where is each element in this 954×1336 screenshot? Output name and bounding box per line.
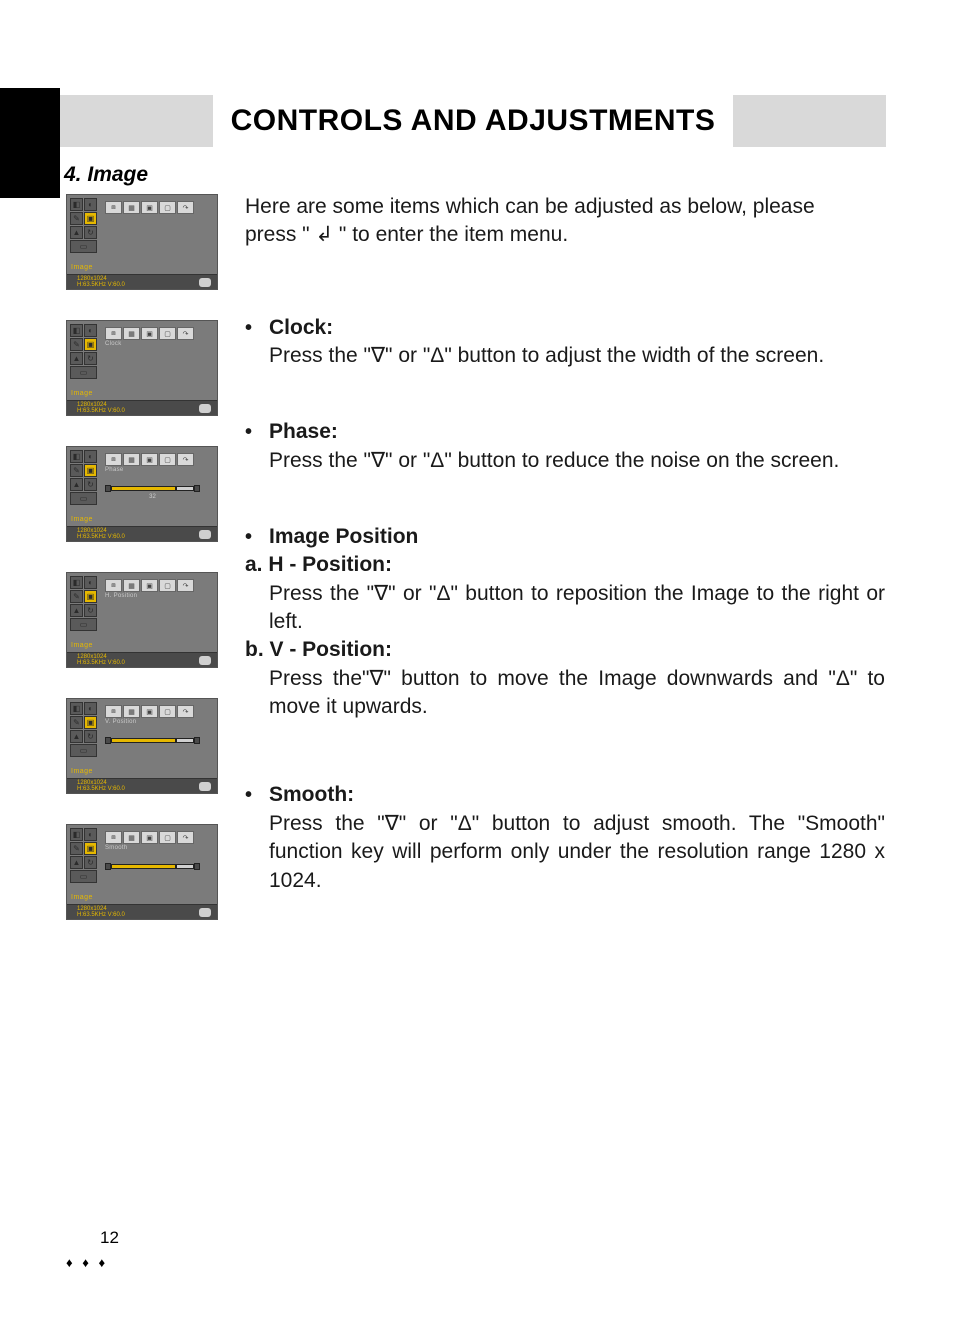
speaker-icon	[199, 404, 211, 413]
smooth-body: Press the "∇" or "Δ" button to adjust sm…	[245, 810, 885, 895]
item-smooth: • Smooth: Press the "∇" or "Δ" button to…	[245, 781, 885, 894]
osd-status-bar: 1280x1024H:63.5KHz V:60.0	[67, 526, 217, 541]
hpos-head: a. H - Position:	[245, 551, 885, 579]
osd-category: Image	[71, 264, 93, 271]
osd-category: Image	[71, 642, 93, 649]
osd-top-icons: ⧈▦▣▢↷	[105, 705, 194, 718]
osd-panel: ◧◐✎▣▲↻▭ ⧈▦▣▢↷Phase 32 Image 1280x1024H:63.5K…	[66, 446, 218, 542]
item-clock: • Clock: Press the "∇" or "Δ" button to …	[245, 314, 885, 371]
osd-status-text: 1280x1024H:63.5KHz V:60.0	[77, 276, 125, 288]
imgpos-title: Image Position	[269, 523, 418, 551]
osd-slider	[105, 737, 200, 744]
osd-sublabel: H. Position	[105, 593, 137, 599]
header-white-box: CONTROLS AND ADJUSTMENTS	[213, 95, 734, 147]
section-name: Image	[87, 163, 148, 186]
osd-panel: ◧◐✎▣▲↻▭ ⧈▦▣▢↷Clock Image 1280x1024H:63.5KHz…	[66, 320, 218, 416]
osd-status-bar: 1280x1024H:63.5KHz V:60.0	[67, 652, 217, 667]
osd-panel: ◧◐✎▣▲↻▭ ⧈▦▣▢↷ Image 1280x1024H:63.5KHz V:60…	[66, 194, 218, 290]
phase-body: Press the "∇" or "Δ" button to reduce th…	[245, 447, 885, 475]
osd-top-icons: ⧈▦▣▢↷	[105, 579, 194, 592]
osd-status-bar: 1280x1024H:63.5KHz V:60.0	[67, 274, 217, 289]
intro-line2a: press "	[245, 223, 315, 246]
bullet-icon: •	[245, 315, 269, 342]
osd-status-text: 1280x1024H:63.5KHz V:60.0	[77, 780, 125, 792]
osd-left-icons: ◧◐✎▣▲↻▭	[70, 702, 98, 758]
smooth-title: Smooth:	[269, 781, 354, 809]
osd-slider-value: 32	[105, 494, 200, 500]
header-band: CONTROLS AND ADJUSTMENTS	[60, 95, 886, 147]
hpos-body: Press the "∇" or "Δ" button to repositio…	[245, 580, 885, 637]
osd-category: Image	[71, 768, 93, 775]
osd-status-text: 1280x1024H:63.5KHz V:60.0	[77, 528, 125, 540]
osd-category: Image	[71, 390, 93, 397]
osd-category: Image	[71, 894, 93, 901]
speaker-icon	[199, 530, 211, 539]
osd-category: Image	[71, 516, 93, 523]
item-image-position: • Image Position a. H - Position: Press …	[245, 523, 885, 721]
speaker-icon	[199, 908, 211, 917]
vpos-body: Press the"∇" button to move the Image do…	[245, 665, 885, 722]
osd-status-bar: 1280x1024H:63.5KHz V:60.0	[67, 778, 217, 793]
osd-status-text: 1280x1024H:63.5KHz V:60.0	[77, 402, 125, 414]
osd-status-text: 1280x1024H:63.5KHz V:60.0	[77, 906, 125, 918]
item-phase: • Phase: Press the "∇" or "Δ" button to …	[245, 418, 885, 475]
osd-sublabel: Phase	[105, 467, 124, 473]
osd-status-text: 1280x1024H:63.5KHz V:60.0	[77, 654, 125, 666]
section-number: 4.	[64, 163, 82, 186]
osd-top-icons: ⧈▦▣▢↷	[105, 453, 194, 466]
osd-slider	[105, 485, 200, 492]
vpos-head: b. V - Position:	[245, 636, 885, 664]
osd-left-icons: ◧◐✎▣▲↻▭	[70, 324, 98, 380]
bullet-icon: •	[245, 782, 269, 809]
osd-left-icons: ◧◐✎▣▲↻▭	[70, 198, 98, 254]
osd-top-icons: ⧈▦▣▢↷	[105, 201, 194, 214]
intro-paragraph: Here are some items which can be adjuste…	[245, 193, 885, 250]
osd-top-icons: ⧈▦▣▢↷	[105, 831, 194, 844]
osd-panel: ◧◐✎▣▲↻▭ ⧈▦▣▢↷H. Position Image 1280x1024H:6…	[66, 572, 218, 668]
section-heading: 4. Image	[64, 163, 148, 187]
osd-sublabel: Clock	[105, 341, 122, 347]
osd-status-bar: 1280x1024H:63.5KHz V:60.0	[67, 400, 217, 415]
page-number: 12	[100, 1228, 119, 1248]
speaker-icon	[199, 656, 211, 665]
clock-title: Clock:	[269, 314, 333, 342]
osd-sublabel: Smooth	[105, 845, 127, 851]
page-tab	[0, 88, 60, 198]
osd-screenshot-column: ◧◐✎▣▲↻▭ ⧈▦▣▢↷ Image 1280x1024H:63.5KHz V:60…	[66, 194, 218, 950]
intro-line2b: " to enter the item menu.	[333, 223, 568, 246]
osd-left-icons: ◧◐✎▣▲↻▭	[70, 828, 98, 884]
page-ornament-diamonds: ♦ ♦ ♦	[66, 1255, 108, 1270]
osd-sublabel: V. Position	[105, 719, 136, 725]
osd-status-bar: 1280x1024H:63.5KHz V:60.0	[67, 904, 217, 919]
osd-left-icons: ◧◐✎▣▲↻▭	[70, 576, 98, 632]
osd-slider	[105, 863, 200, 870]
osd-panel: ◧◐✎▣▲↻▭ ⧈▦▣▢↷V. Position Image 1280x1024H:6…	[66, 698, 218, 794]
osd-panel: ◧◐✎▣▲↻▭ ⧈▦▣▢↷Smooth Image 1280x1024H:63.5KH…	[66, 824, 218, 920]
speaker-icon	[199, 782, 211, 791]
speaker-icon	[199, 278, 211, 287]
content-column: Here are some items which can be adjuste…	[245, 193, 885, 943]
osd-top-icons: ⧈▦▣▢↷	[105, 327, 194, 340]
clock-body: Press the "∇" or "Δ" button to adjust th…	[245, 342, 885, 370]
osd-left-icons: ◧◐✎▣▲↻▭	[70, 450, 98, 506]
bullet-icon: •	[245, 524, 269, 551]
bullet-icon: •	[245, 419, 269, 446]
intro-line1: Here are some items which can be adjuste…	[245, 195, 815, 218]
phase-title: Phase:	[269, 418, 338, 446]
enter-icon: ↲	[315, 223, 333, 246]
page-title: CONTROLS AND ADJUSTMENTS	[231, 104, 716, 138]
